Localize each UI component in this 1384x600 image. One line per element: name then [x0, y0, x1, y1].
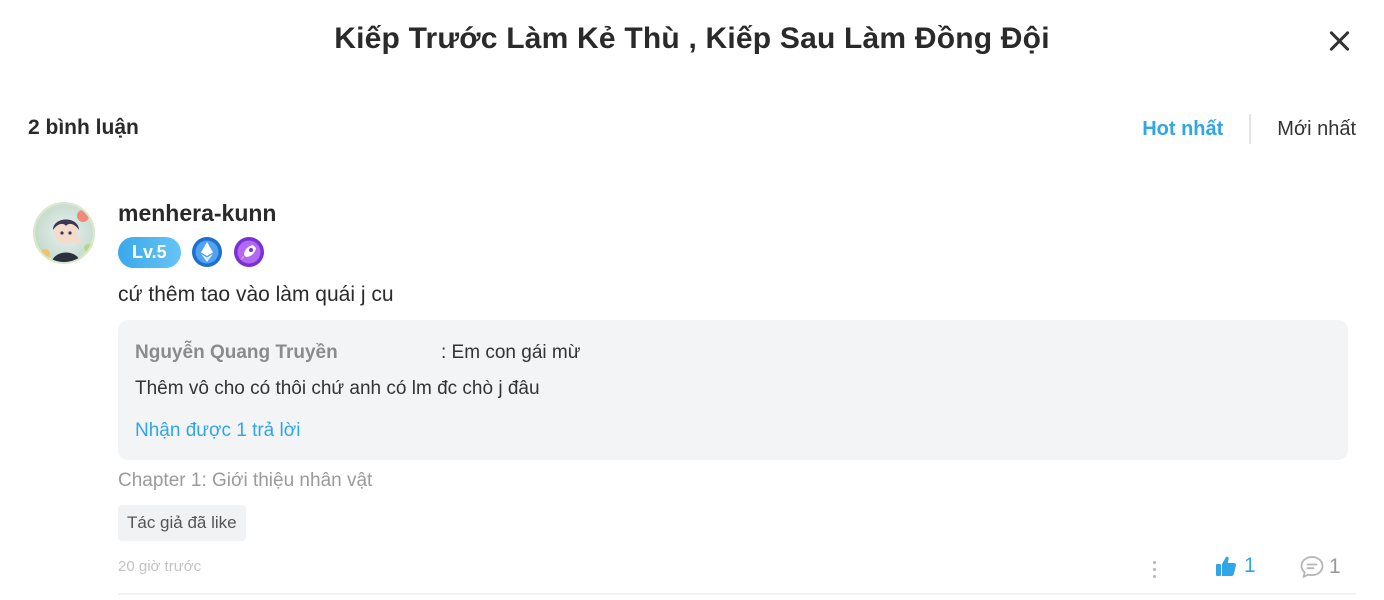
- speech-bubble-icon: [1300, 556, 1324, 578]
- comment-username[interactable]: menhera-kunn: [118, 200, 276, 227]
- avatar-image: [35, 204, 93, 262]
- reply-author[interactable]: Nguyễn Quang Truyền: [135, 342, 338, 364]
- reply-count: 1: [1329, 555, 1341, 578]
- divider: [118, 593, 1356, 595]
- more-options-icon[interactable]: [1148, 558, 1162, 582]
- reply-snippet: : Em con gái mừ: [441, 342, 581, 363]
- view-replies-link[interactable]: Nhận được 1 trả lời: [135, 420, 300, 442]
- close-icon[interactable]: [1324, 26, 1354, 56]
- like-button[interactable]: 1: [1214, 554, 1256, 578]
- avatar[interactable]: [33, 202, 95, 264]
- sort-newest-button[interactable]: Mới nhất: [1277, 118, 1356, 141]
- sort-hot-button[interactable]: Hot nhất: [1142, 118, 1223, 141]
- user-badges: Lv.5: [118, 236, 265, 268]
- thumbs-up-icon: [1216, 556, 1236, 576]
- sort-options: Hot nhất Mới nhất: [1142, 114, 1356, 144]
- author-liked-badge: Tác giả đã like: [118, 505, 246, 541]
- sort-divider: [1249, 114, 1252, 144]
- purple-rocket-medal-icon: [233, 237, 264, 267]
- chapter-link[interactable]: Chapter 1: Giới thiệu nhân vật: [118, 470, 372, 492]
- level-badge: Lv.5: [118, 236, 181, 268]
- comments-modal: Kiếp Trước Làm Kẻ Thù , Kiếp Sau Làm Đồn…: [0, 0, 1384, 600]
- ethereum-medal-icon: [191, 237, 222, 267]
- reply-text: Thêm vô cho có thôi chứ anh có lm đc chò…: [135, 378, 540, 399]
- reply-preview[interactable]: Nguyễn Quang Truyền : Em con gái mừ Thêm…: [118, 320, 1348, 460]
- comment-text: cứ thêm tao vào làm quái j cu: [118, 283, 394, 306]
- comment-timestamp: 20 giờ trước: [118, 558, 202, 575]
- like-count: 1: [1244, 554, 1256, 577]
- comment-count: 2 bình luận: [28, 116, 139, 139]
- modal-title: Kiếp Trước Làm Kẻ Thù , Kiếp Sau Làm Đồn…: [334, 22, 1050, 55]
- reply-button[interactable]: 1: [1299, 554, 1341, 580]
